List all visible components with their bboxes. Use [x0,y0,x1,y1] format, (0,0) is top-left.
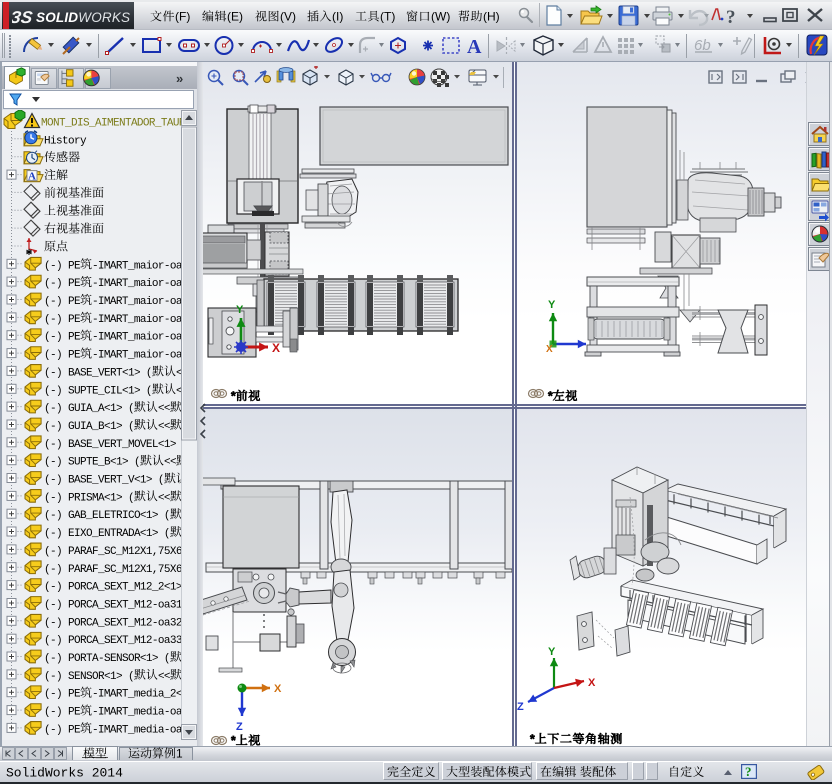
svg-text:>_: >_ [194,403,207,415]
svg-text:Y: Y [548,646,556,658]
svg-text:>_: >_ [194,421,207,433]
svg-text:(-) PORCA_SEXT_M12-oa33 (: (-) PORCA_SEXT_M12-oa33 ( [44,635,194,647]
svg-text:(-) GAB_ELETRICO<1> (: (-) GAB_ELETRICO<1> ( [44,510,170,522]
svg-text:-IMART_media-oa22 (: -IMART_media-oa22 ( [92,724,206,736]
svg-text:(-) PRISMA<1> (: (-) PRISMA<1> ( [44,492,134,504]
svg-text:(V): (V) [280,10,296,24]
svg-text:(-) PE: (-) PE [44,350,81,362]
svg-text:(-) GUIA_A<1> (: (-) GUIA_A<1> ( [44,403,134,415]
svg-text:MONT_DIS_AIMENTADOR_TAURINA2: MONT_DIS_AIMENTADOR_TAURINA2 [41,118,209,130]
svg-text:(F): (F) [175,10,190,24]
svg-text:(-) PE: (-) PE [44,689,81,701]
svg-text:-IMART_maior-oa30: -IMART_maior-oa30 [92,350,194,362]
svg-text:>_: >_ [194,492,207,504]
svg-text:(-) PARAF_SC_M12X1,75X60-oa: (-) PARAF_SC_M12X1,75X60-oa [44,546,207,558]
svg-text:(-) BASE_VERT<1> (: (-) BASE_VERT<1> ( [44,367,152,379]
svg-text:(-) PE: (-) PE [44,332,81,344]
svg-text:Z: Z [236,721,243,733]
svg-text:(H): (H) [483,10,500,24]
svg-text:*: * [231,734,236,748]
svg-text:(-) PE: (-) PE [44,314,81,326]
svg-text:-IMART_maior-oa25: -IMART_maior-oa25 [92,260,194,272]
svg-text:-IMART_maior-oa28: -IMART_maior-oa28 [92,314,194,326]
svg-text:>_: >_ [194,671,207,683]
svg-text:<<: << [176,367,188,379]
svg-text:*: * [231,389,236,403]
svg-text:(-) PE: (-) PE [44,278,81,290]
svg-text:<<: << [158,492,170,504]
svg-text:(I): (I) [332,10,343,24]
svg-text:<<: << [158,403,170,415]
svg-text:<<: << [188,475,200,487]
svg-text:(-) PE: (-) PE [44,260,81,272]
svg-text:(-) PORTA-SENSOR<1> (: (-) PORTA-SENSOR<1> ( [44,653,170,665]
svg-text:X: X [272,341,280,355]
svg-text:-IMART_maior-oa27: -IMART_maior-oa27 [92,296,194,308]
svg-text:<<: << [194,653,206,665]
svg-text:>_: >_ [200,457,213,469]
svg-text:<<: << [158,671,170,683]
svg-text:(-) PE: (-) PE [44,296,81,308]
svg-text:(T): (T) [380,10,395,24]
svg-text:X: X [274,683,282,695]
svg-text:(-) PARAF_SC_M12X1,75X60-oa: (-) PARAF_SC_M12X1,75X60-oa [44,564,207,576]
svg-text:X: X [546,344,553,355]
svg-text:<<: << [194,528,206,540]
svg-text:<<: << [164,457,176,469]
svg-text:(-) PORCA_SEXT_M12-oa31 (: (-) PORCA_SEXT_M12-oa31 ( [44,599,194,611]
svg-text:(W): (W) [431,10,450,24]
svg-text:<<: << [158,421,170,433]
svg-text:Z: Z [517,701,524,713]
svg-text:SolidWorks 2014: SolidWorks 2014 [6,766,123,781]
svg-text:<<: << [176,385,188,397]
svg-text:(-) SUPTE_B<1> (: (-) SUPTE_B<1> ( [44,457,140,469]
svg-text:-IMART_media_2<1> (: -IMART_media_2<1> ( [92,689,206,701]
svg-text:1: 1 [176,747,183,761]
svg-text:-IMART_maior-oa29: -IMART_maior-oa29 [92,332,194,344]
svg-text:(-) SENSOR<1> (: (-) SENSOR<1> ( [44,671,134,683]
svg-text:Y: Y [236,304,244,316]
svg-text:X: X [588,677,596,689]
svg-text:(-) GUIA_B<1> (: (-) GUIA_B<1> ( [44,421,134,433]
svg-text:*: * [530,732,535,746]
svg-text:-IMART_maior-oa26: -IMART_maior-oa26 [92,278,194,290]
svg-text:(-) BASE_VERT_MOVEL<1> (: (-) BASE_VERT_MOVEL<1> ( [44,439,188,451]
svg-text:<<: << [194,510,206,522]
svg-text:*: * [548,389,553,403]
svg-text:(-) PE: (-) PE [44,724,81,736]
svg-text:(-) PE: (-) PE [44,707,81,719]
svg-text:(E): (E) [227,10,243,24]
svg-text:(-) PORCA_SEXT_M12-oa32 (: (-) PORCA_SEXT_M12-oa32 ( [44,617,194,629]
svg-text:>: > [212,367,218,379]
svg-text:History: History [44,135,87,147]
svg-text:(-) PORCA_SEXT_M12_2<1> (: (-) PORCA_SEXT_M12_2<1> ( [44,582,194,594]
svg-text:(-) BASE_VERT_V<1> (: (-) BASE_VERT_V<1> ( [44,475,164,487]
svg-text:Y: Y [548,299,556,311]
svg-text:-IMART_media-oa21 (: -IMART_media-oa21 ( [92,707,206,719]
svg-text:(-) EIXO_ENTRADA<1> (: (-) EIXO_ENTRADA<1> ( [44,528,170,540]
svg-text:(-) SUPTE_CIL<1> (: (-) SUPTE_CIL<1> ( [44,385,152,397]
